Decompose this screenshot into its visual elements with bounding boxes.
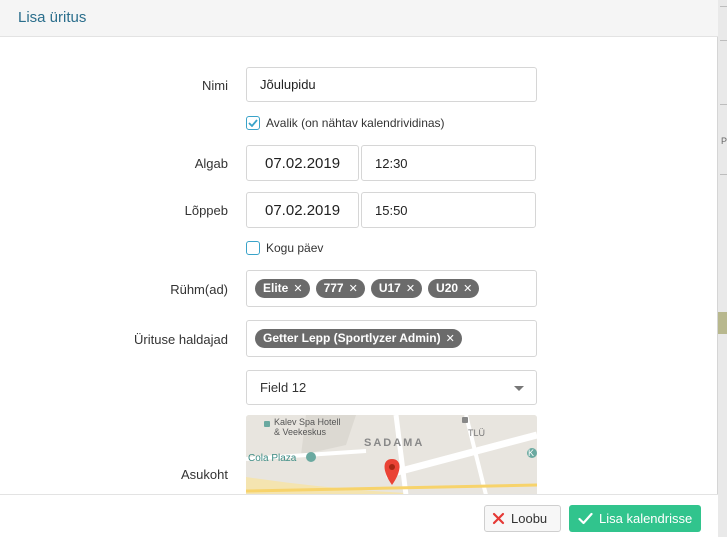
start-time-input[interactable]: 12:30 — [361, 145, 536, 181]
backdrop-line — [720, 6, 727, 7]
allday-checkbox[interactable]: Kogu päev — [246, 241, 323, 255]
add-event-modal: Lisa üritus Nimi Jõulupidu Avalik (on nä… — [0, 0, 718, 537]
start-date-input[interactable]: 07.02.2019 — [246, 145, 359, 181]
map-label: TLÜ — [468, 428, 485, 438]
group-tag-label: Elite — [263, 281, 289, 295]
chevron-down-icon — [514, 386, 524, 391]
remove-tag-icon[interactable]: ✕ — [446, 332, 455, 345]
group-tag[interactable]: U20 ✕ — [428, 279, 480, 298]
add-to-calendar-label: Lisa kalendrisse — [599, 511, 693, 526]
location-map[interactable]: Kalev Spa Hotell & Veekeskus SADAMA TLÜ … — [246, 415, 537, 495]
checkbox-checked[interactable] — [246, 116, 260, 130]
check-icon — [248, 119, 258, 127]
close-icon — [492, 512, 505, 525]
map-label: Kalev Spa Hotell — [274, 417, 341, 427]
backdrop-letter: P — [721, 136, 727, 146]
location-select[interactable]: Field 12 — [246, 370, 537, 405]
remove-tag-icon[interactable]: ✕ — [293, 282, 302, 295]
location-select-value: Field 12 — [260, 380, 307, 395]
manager-tag[interactable]: Getter Lepp (Sportlyzer Admin) ✕ — [255, 329, 462, 348]
map-label: K — [528, 448, 534, 458]
end-time-input[interactable]: 15:50 — [361, 192, 536, 228]
modal-footer: Loobu Lisa kalendrisse — [0, 494, 718, 537]
backdrop-block — [718, 312, 727, 334]
remove-tag-icon[interactable]: ✕ — [406, 282, 415, 295]
groups-label: Rühm(ad) — [170, 282, 228, 297]
end-date-value: 07.02.2019 — [265, 201, 341, 219]
groups-multiselect[interactable]: Elite ✕ 777 ✕ U17 ✕ U20 ✕ — [246, 270, 537, 307]
checkbox-unchecked[interactable] — [246, 241, 260, 255]
map-label: Cola Plaza — [248, 453, 297, 464]
backdrop-line — [720, 40, 727, 41]
name-input-value: Jõulupidu — [260, 77, 316, 92]
map-label: & Veekeskus — [274, 427, 327, 437]
name-input[interactable]: Jõulupidu — [246, 67, 537, 102]
end-date-input[interactable]: 07.02.2019 — [246, 192, 359, 228]
backdrop-line — [720, 104, 727, 105]
end-label: Lõppeb — [184, 203, 228, 218]
public-checkbox-label: Avalik (on nähtav kalendrividinas) — [266, 116, 445, 130]
start-label: Algab — [194, 156, 228, 171]
location-label: Asukoht — [181, 467, 228, 482]
modal-title: Lisa üritus — [18, 9, 87, 26]
group-tag-label: 777 — [323, 281, 344, 295]
public-checkbox[interactable]: Avalik (on nähtav kalendrividinas) — [246, 116, 445, 130]
start-time-value: 12:30 — [375, 155, 408, 171]
group-tag-label: U20 — [436, 281, 459, 295]
modal-header: Lisa üritus — [0, 0, 718, 37]
backdrop-edge: P — [718, 0, 727, 537]
end-time-value: 15:50 — [375, 202, 408, 218]
map-label: SADAMA — [364, 437, 424, 449]
remove-tag-icon[interactable]: ✕ — [349, 282, 358, 295]
cancel-button[interactable]: Loobu — [484, 505, 561, 532]
start-date-value: 07.02.2019 — [265, 154, 341, 172]
group-tag-label: U17 — [378, 281, 401, 295]
check-icon — [578, 512, 593, 525]
group-tag[interactable]: Elite ✕ — [255, 279, 310, 298]
remove-tag-icon[interactable]: ✕ — [463, 282, 472, 295]
map-image: Kalev Spa Hotell & Veekeskus SADAMA TLÜ … — [246, 415, 537, 495]
name-label: Nimi — [202, 78, 228, 93]
add-to-calendar-button[interactable]: Lisa kalendrisse — [569, 505, 701, 532]
group-tag[interactable]: 777 ✕ — [315, 279, 365, 298]
managers-label: Ürituse haldajad — [134, 332, 228, 347]
backdrop-line — [720, 174, 727, 175]
managers-multiselect[interactable]: Getter Lepp (Sportlyzer Admin) ✕ — [246, 320, 537, 357]
group-tag[interactable]: U17 ✕ — [370, 279, 423, 298]
allday-checkbox-label: Kogu päev — [266, 241, 324, 255]
manager-tag-label: Getter Lepp (Sportlyzer Admin) — [263, 331, 441, 345]
cancel-button-label: Loobu — [511, 511, 548, 526]
